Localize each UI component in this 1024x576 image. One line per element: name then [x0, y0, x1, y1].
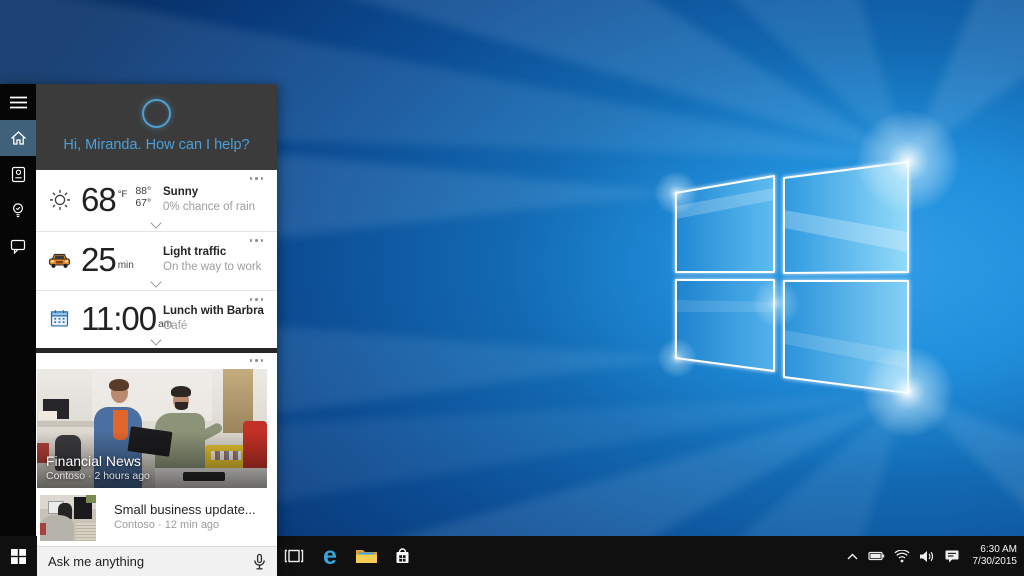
edge-button[interactable]: e — [318, 536, 342, 576]
news-headline-source: Contoso · 2 hours ago — [46, 470, 150, 482]
cortana-sidebar — [0, 84, 36, 576]
feedback-icon — [10, 239, 26, 254]
chevron-down-icon[interactable] — [149, 276, 162, 288]
sidebar-item-home[interactable] — [0, 120, 36, 156]
action-center-button[interactable] — [944, 549, 960, 563]
menu-icon — [9, 96, 27, 108]
store-button[interactable] — [390, 536, 414, 576]
volume-icon — [919, 550, 933, 562]
news-headline: Financial News — [46, 453, 141, 469]
calendar-icon — [46, 309, 73, 328]
calendar-subtitle: Café — [163, 319, 188, 332]
news-item-source: Contoso · 12 min ago — [114, 519, 220, 531]
thumb-papers — [76, 523, 96, 541]
battery-icon — [867, 551, 884, 561]
lightbulb-icon — [12, 202, 24, 217]
sidebar-item-feedback[interactable] — [0, 228, 36, 264]
calendar-time: 11:00 — [81, 299, 157, 337]
task-view-icon — [284, 549, 304, 563]
traffic-card[interactable]: 25 min Light traffic On the way to work — [36, 232, 277, 291]
more-options-icon[interactable] — [249, 239, 263, 242]
store-icon — [396, 548, 408, 563]
file-explorer-button[interactable] — [354, 536, 378, 576]
cortana-content: Hi, Miranda. How can I help? 68 °F 88° 6… — [36, 84, 277, 576]
battery-status[interactable] — [867, 550, 885, 562]
more-options-icon[interactable] — [249, 359, 263, 362]
cortana-panel: Hi, Miranda. How can I help? 68 °F 88° 6… — [0, 84, 277, 576]
cortana-greeting: Hi, Miranda. How can I help? — [63, 137, 250, 153]
search-input[interactable] — [36, 554, 236, 569]
thumb-plant — [86, 495, 96, 503]
home-icon — [10, 131, 26, 145]
calendar-card[interactable]: 11:00 am Lunch with Barbra Café — [36, 291, 277, 348]
weather-subtitle: 0% chance of rain — [163, 200, 256, 213]
volume-control[interactable] — [919, 550, 935, 563]
notebook-icon — [11, 166, 25, 182]
clock-time: 6:30 AM — [980, 544, 1017, 555]
weather-temp: 68 — [81, 180, 117, 218]
sun-icon — [46, 187, 73, 211]
clock-date: 7/30/2015 — [972, 556, 1018, 567]
tray-expand-button[interactable] — [846, 551, 859, 562]
weather-card[interactable]: 68 °F 88° 67° Sunny 0% chance of rain — [36, 170, 277, 232]
traffic-subtitle: On the way to work — [163, 260, 262, 273]
thumb-red-box — [40, 523, 46, 535]
weather-high: 88° — [135, 184, 152, 197]
cortana-search-bar — [36, 546, 277, 576]
news-item-title: Small business update... — [114, 502, 256, 517]
action-center-icon — [945, 550, 958, 563]
edge-icon: e — [323, 541, 337, 570]
task-view-button[interactable] — [282, 536, 306, 576]
news-options-row — [36, 353, 277, 369]
more-options-icon[interactable] — [249, 177, 263, 180]
start-button[interactable] — [0, 536, 37, 576]
traffic-minutes: 25 — [81, 240, 117, 278]
weather-low: 67° — [135, 196, 152, 209]
microphone-icon[interactable] — [251, 553, 268, 576]
news-item-thumbnail — [40, 495, 96, 541]
weather-title: Sunny — [163, 185, 199, 198]
weather-unit: °F — [117, 188, 128, 200]
calendar-title: Lunch with Barbra — [163, 304, 264, 317]
start-icon — [11, 548, 26, 564]
file-explorer-icon — [355, 550, 377, 563]
sidebar-item-notebook[interactable] — [0, 156, 36, 192]
traffic-title: Light traffic — [163, 245, 227, 258]
network-status[interactable] — [893, 549, 910, 563]
wifi-icon — [893, 549, 910, 562]
traffic-unit: min — [117, 259, 134, 271]
menu-button[interactable] — [0, 84, 36, 120]
chevron-down-icon[interactable] — [149, 217, 162, 229]
news-list-item[interactable]: Small business update... Contoso · 12 mi… — [36, 488, 277, 546]
taskbar-clock[interactable]: 6:30 AM 7/30/2015 — [969, 544, 1018, 568]
chevron-up-icon — [847, 553, 857, 559]
more-options-icon[interactable] — [249, 298, 263, 301]
cortana-header: Hi, Miranda. How can I help? — [36, 84, 277, 170]
cortana-ring-icon[interactable] — [142, 99, 171, 128]
car-icon — [46, 251, 73, 268]
sidebar-item-reminders[interactable] — [0, 192, 36, 228]
news-photo[interactable]: Financial News Contoso · 2 hours ago — [37, 369, 267, 488]
